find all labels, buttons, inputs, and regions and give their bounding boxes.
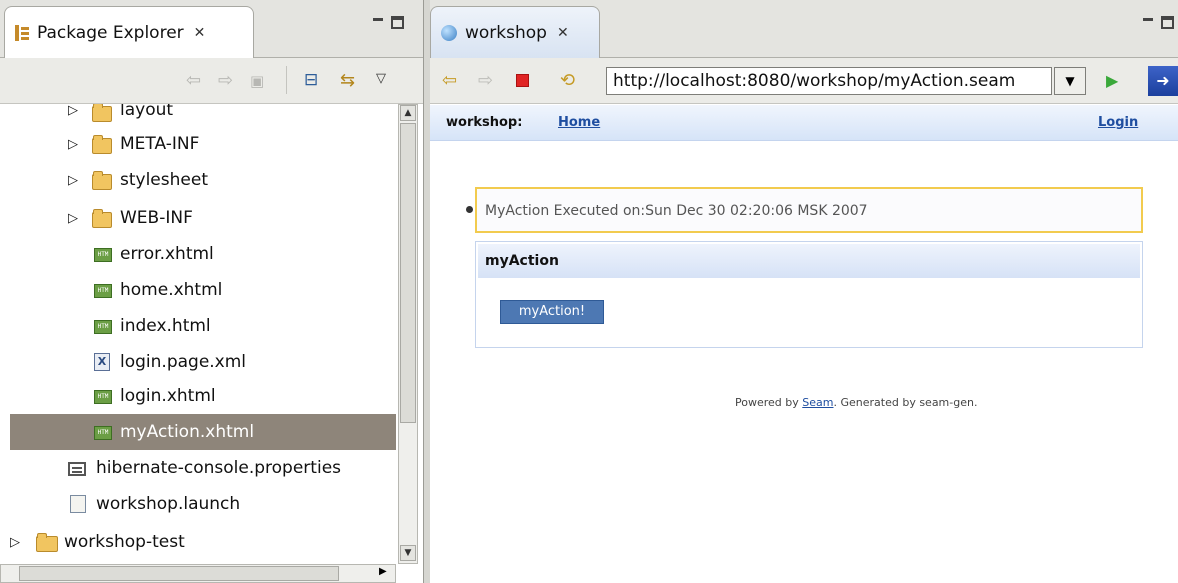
- properties-file-icon: [68, 462, 86, 476]
- html-file-icon: HTM: [94, 390, 112, 404]
- tree-item-label: WEB-INF: [120, 208, 193, 228]
- project-icon: [36, 533, 58, 552]
- chevron-down-icon[interactable]: ▼: [1054, 67, 1086, 95]
- globe-icon: [441, 24, 457, 41]
- close-icon[interactable]: ✕: [557, 25, 569, 41]
- html-file-icon: HTM: [94, 320, 112, 334]
- maximize-icon[interactable]: [1161, 16, 1174, 29]
- tree-item-layout[interactable]: ▷ layout: [0, 104, 396, 128]
- forward-arrow-icon[interactable]: ⇨: [478, 70, 493, 91]
- expand-icon[interactable]: ▷: [68, 211, 78, 226]
- tab-label: workshop: [465, 22, 547, 43]
- scroll-thumb[interactable]: [19, 566, 339, 581]
- html-file-icon: HTM: [94, 248, 112, 262]
- myaction-panel: myAction myAction!: [475, 241, 1143, 348]
- editor-tab-bar: workshop ✕: [430, 0, 1178, 58]
- tree-item-label: stylesheet: [120, 170, 208, 190]
- collapse-all-icon[interactable]: ⊟: [304, 70, 318, 90]
- back-arrow-icon[interactable]: ⇦: [442, 70, 457, 91]
- expand-icon[interactable]: ▷: [10, 535, 20, 550]
- tree-item-label: workshop.launch: [96, 494, 241, 514]
- tree-item-login-page-xml[interactable]: X login.page.xml: [0, 344, 396, 380]
- tree-item-meta-inf[interactable]: ▷ META-INF: [0, 126, 396, 162]
- expand-icon[interactable]: ▷: [68, 104, 78, 118]
- expand-icon[interactable]: ▷: [68, 137, 78, 152]
- package-explorer-icon: [15, 24, 29, 41]
- tree-item-label: error.xhtml: [120, 244, 214, 264]
- html-file-icon: HTM: [94, 426, 112, 440]
- status-message: MyAction Executed on:Sun Dec 30 02:20:06…: [475, 187, 1143, 233]
- scroll-down-icon[interactable]: ▼: [400, 545, 416, 561]
- scroll-up-icon[interactable]: ▲: [400, 105, 416, 121]
- refresh-icon[interactable]: ⟲: [560, 70, 575, 91]
- tree-item-index-html[interactable]: HTM index.html: [0, 308, 396, 344]
- scroll-thumb[interactable]: [400, 123, 416, 423]
- horizontal-scrollbar[interactable]: ▶: [0, 564, 396, 583]
- up-folder-icon[interactable]: ▣: [250, 72, 264, 90]
- view-menu-icon[interactable]: ▽: [376, 71, 386, 86]
- close-icon[interactable]: ✕: [194, 25, 206, 41]
- stop-icon[interactable]: [516, 74, 529, 87]
- launch-file-icon: [70, 495, 86, 513]
- tree-item-myaction-xhtml[interactable]: HTM myAction.xhtml: [10, 414, 396, 450]
- bullet-icon: [466, 206, 473, 213]
- vertical-scrollbar[interactable]: ▲ ▼: [398, 104, 418, 564]
- browser-toolbar: ⇦ ⇨ ⟲ http://localhost:8080/workshop/myA…: [430, 58, 1178, 104]
- minimize-icon[interactable]: [1142, 16, 1154, 28]
- tab-workshop[interactable]: workshop ✕: [430, 6, 600, 58]
- view-tab-bar: Package Explorer ✕: [0, 0, 423, 58]
- view-toolbar: ⇦ ⇨ ▣ ⊟ ⇆ ▽: [0, 58, 423, 104]
- home-link[interactable]: Home: [558, 115, 600, 130]
- tree-item-login-xhtml[interactable]: HTM login.xhtml: [0, 378, 396, 414]
- tree-item-label: login.page.xml: [120, 352, 247, 372]
- xml-file-icon: X: [94, 353, 110, 371]
- tree-item-workshop-test[interactable]: ▷ workshop-test: [0, 524, 396, 560]
- external-browser-icon[interactable]: ➜: [1148, 66, 1178, 96]
- tree-item-hibernate-console-properties[interactable]: hibernate-console.properties: [0, 450, 396, 486]
- panel-title: myAction: [478, 244, 1140, 278]
- tree-item-label: hibernate-console.properties: [96, 458, 342, 478]
- package-explorer-view: Package Explorer ✕ ⇦ ⇨ ▣ ⊟ ⇆ ▽ ▷ layout …: [0, 0, 424, 583]
- tree-item-home-xhtml[interactable]: HTM home.xhtml: [0, 272, 396, 308]
- tree-item-label: myAction.xhtml: [120, 422, 255, 442]
- myaction-button[interactable]: myAction!: [500, 300, 604, 324]
- web-app-header: workshop: Home Login: [430, 105, 1178, 141]
- tree-item-label: index.html: [120, 316, 211, 336]
- tree-item-web-inf[interactable]: ▷ WEB-INF: [0, 200, 396, 236]
- back-arrow-icon[interactable]: ⇦: [186, 70, 201, 91]
- folder-icon: [92, 171, 112, 190]
- tree-item-label: META-INF: [120, 134, 200, 154]
- footer-text: Powered by: [735, 396, 803, 409]
- seam-link[interactable]: Seam: [802, 396, 833, 409]
- app-name: workshop:: [446, 115, 523, 130]
- toolbar-separator: [286, 66, 287, 94]
- status-message-text: MyAction Executed on:Sun Dec 30 02:20:06…: [485, 203, 868, 219]
- tab-label: Package Explorer: [37, 22, 184, 43]
- tree-item-label: home.xhtml: [120, 280, 223, 300]
- forward-arrow-icon[interactable]: ⇨: [218, 70, 233, 91]
- expand-icon[interactable]: ▷: [68, 173, 78, 188]
- footer-text: . Generated by seam-gen.: [833, 396, 978, 409]
- folder-icon: [92, 209, 112, 228]
- scroll-right-icon[interactable]: ▶: [379, 566, 387, 577]
- tree-item-error-xhtml[interactable]: HTM error.xhtml: [0, 236, 396, 272]
- page-footer: Powered by Seam. Generated by seam-gen.: [735, 396, 977, 409]
- login-link[interactable]: Login: [1098, 115, 1138, 130]
- tree-item-stylesheet[interactable]: ▷ stylesheet: [0, 162, 396, 198]
- html-file-icon: HTM: [94, 284, 112, 298]
- link-with-editor-icon[interactable]: ⇆: [340, 70, 355, 91]
- folder-icon: [92, 104, 112, 122]
- tree-item-label: workshop-test: [64, 532, 185, 552]
- maximize-icon[interactable]: [391, 16, 404, 29]
- url-field[interactable]: http://localhost:8080/workshop/myAction.…: [606, 67, 1052, 95]
- minimize-icon[interactable]: [372, 16, 384, 28]
- project-tree: ▷ layout ▷ META-INF ▷ stylesheet ▷ WEB-I…: [0, 104, 396, 564]
- tree-item-workshop-launch[interactable]: workshop.launch: [0, 486, 396, 522]
- tree-item-label: login.xhtml: [120, 386, 216, 406]
- folder-icon: [92, 135, 112, 154]
- tab-package-explorer[interactable]: Package Explorer ✕: [4, 6, 254, 58]
- browser-editor: workshop ✕ ⇦ ⇨ ⟲ http://localhost:8080/w…: [430, 0, 1178, 583]
- tree-item-label: layout: [120, 104, 174, 120]
- go-icon[interactable]: ▶: [1106, 71, 1118, 90]
